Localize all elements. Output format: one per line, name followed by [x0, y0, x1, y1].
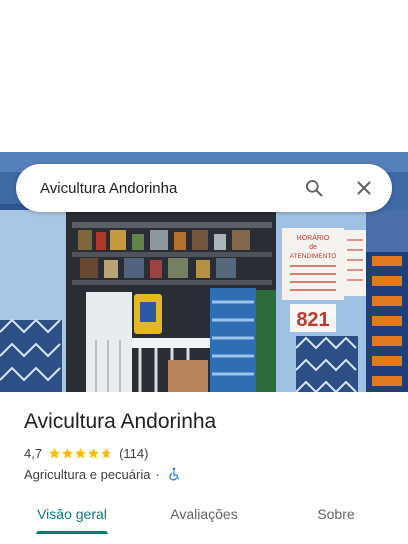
search-icon — [306, 180, 323, 197]
close-button[interactable] — [352, 176, 376, 200]
svg-text:de: de — [309, 244, 317, 251]
street-number-text: 821 — [296, 309, 329, 331]
category-row: Agricultura e pecuária · — [24, 465, 181, 483]
place-title: Avicultura Andorinha — [24, 410, 217, 433]
star-icon — [75, 447, 86, 458]
top-blank-area — [0, 0, 408, 152]
star-half-icon — [101, 447, 112, 458]
star-icon — [62, 447, 73, 458]
rating-row[interactable]: 4,7 (114) — [24, 444, 148, 462]
separator-dot: · — [155, 466, 160, 482]
tab-about[interactable]: Sobre — [282, 494, 390, 534]
tab-overview[interactable]: Visão geral — [18, 494, 126, 534]
review-count[interactable]: (114) — [119, 446, 148, 461]
close-icon — [357, 181, 371, 195]
svg-text:HORÁRIO: HORÁRIO — [297, 233, 330, 242]
star-rating — [48, 447, 113, 460]
search-button[interactable] — [302, 176, 326, 200]
star-icon — [88, 447, 99, 458]
search-query-text[interactable]: Avicultura Andorinha — [40, 180, 302, 197]
tab-reviews[interactable]: Avaliações — [150, 494, 258, 534]
rating-value: 4,7 — [24, 445, 43, 461]
tab-bar: Visão geral Avaliações Sobre — [0, 494, 408, 544]
search-bar[interactable]: Avicultura Andorinha — [16, 164, 392, 212]
star-icon — [49, 447, 60, 458]
wheelchair-icon — [169, 467, 179, 481]
place-category: Agricultura e pecuária — [24, 466, 151, 482]
svg-text:ATENDIMENTO: ATENDIMENTO — [290, 253, 337, 260]
active-tab-indicator — [36, 531, 108, 534]
